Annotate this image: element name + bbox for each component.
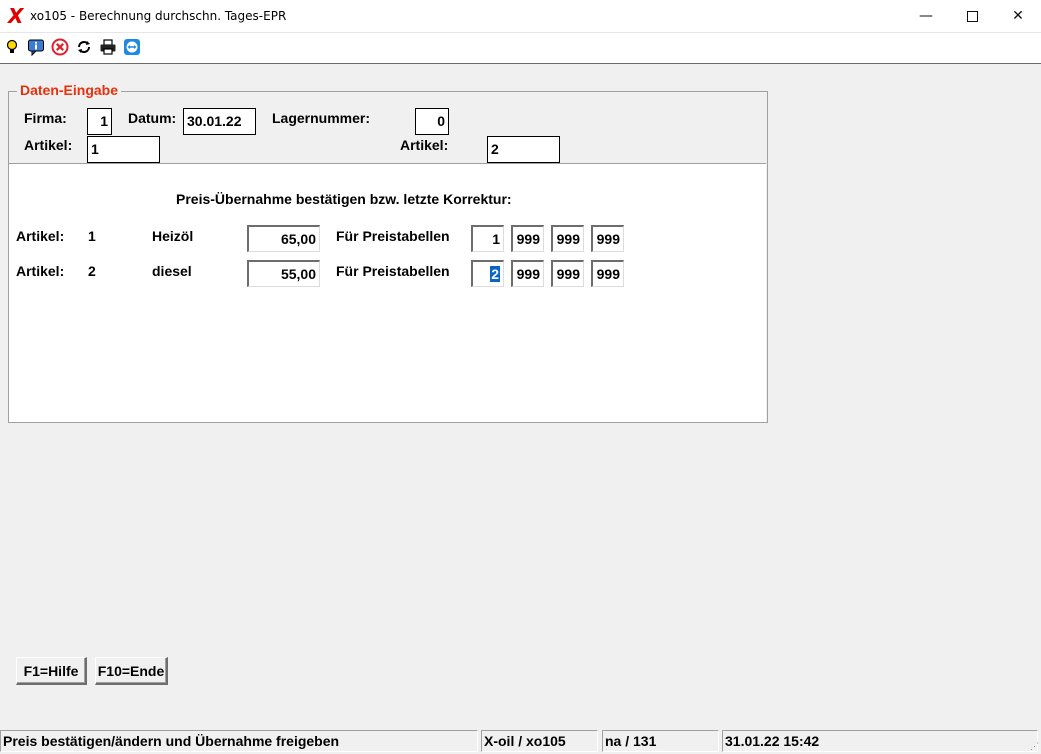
print-icon[interactable]	[99, 38, 117, 56]
status-datetime: 31.01.22 15:42	[722, 730, 1038, 752]
preistabelle-field-3[interactable]: 999	[551, 260, 584, 287]
preistabelle-field-4[interactable]: 999	[591, 225, 624, 252]
minimize-icon: —	[919, 8, 933, 24]
preistabellen-label: Für Preistabellen	[336, 263, 450, 279]
lightbulb-icon[interactable]	[3, 38, 21, 56]
firma-field[interactable]: 1	[87, 108, 112, 135]
artikel-to-label: Artikel:	[400, 137, 449, 153]
status-user: na / 131	[602, 730, 719, 752]
preistabelle-field-2[interactable]: 999	[511, 260, 544, 287]
window-title: xo105 - Berechnung durchschn. Tages-EPR	[30, 9, 287, 23]
status-program: X-oil / xo105	[481, 730, 598, 752]
artikel-to-field[interactable]: 2	[487, 136, 560, 163]
status-message: Preis bestätigen/ändern und Übernahme fr…	[0, 730, 478, 752]
maximize-icon	[966, 10, 978, 22]
preistabelle-field-1[interactable]: 1	[471, 225, 504, 252]
refresh-icon[interactable]	[75, 38, 93, 56]
row-artikel-name: diesel	[152, 263, 192, 279]
artikel-from-label: Artikel:	[24, 137, 73, 153]
maximize-button[interactable]	[949, 0, 995, 32]
preistabelle-field-1[interactable]: 2	[471, 260, 504, 287]
lagernummer-field[interactable]: 0	[415, 108, 449, 135]
preistabelle-field-2[interactable]: 999	[511, 225, 544, 252]
firma-label: Firma:	[24, 110, 67, 126]
status-bar: Preis bestätigen/ändern und Übernahme fr…	[0, 728, 1041, 754]
group-title: Daten-Eingabe	[17, 82, 122, 98]
selected-text: 2	[490, 266, 500, 282]
preistabelle-field-3[interactable]: 999	[551, 225, 584, 252]
title-bar: X xo105 - Berechnung durchschn. Tages-EP…	[0, 0, 1041, 33]
price-field[interactable]: 65,00	[247, 225, 320, 252]
datum-field[interactable]: 30.01.22	[183, 108, 256, 135]
lagernummer-label: Lagernummer:	[272, 110, 371, 126]
help-button[interactable]: F1=Hilfe	[16, 657, 87, 685]
preistabelle-field-4[interactable]: 999	[591, 260, 624, 287]
datum-label: Datum:	[128, 110, 177, 126]
row-artikel-label: Artikel:	[16, 263, 65, 279]
info-icon[interactable]	[27, 38, 45, 57]
minimize-button[interactable]: —	[903, 0, 949, 32]
toolbar	[0, 33, 1041, 64]
preistabellen-label: Für Preistabellen	[336, 228, 450, 244]
close-icon: ✕	[1012, 8, 1024, 24]
price-field[interactable]: 55,00	[247, 260, 320, 287]
end-button[interactable]: F10=Ende	[95, 657, 168, 685]
app-logo-icon: X	[8, 4, 24, 28]
close-button[interactable]: ✕	[995, 0, 1041, 32]
confirmation-heading: Preis-Übernahme bestätigen bzw. letzte K…	[176, 191, 512, 207]
cancel-icon[interactable]	[51, 38, 69, 56]
artikel-from-field[interactable]: 1	[87, 136, 160, 163]
teamviewer-icon[interactable]	[123, 38, 141, 56]
row-artikel-number: 1	[88, 228, 96, 244]
row-artikel-number: 2	[88, 263, 96, 279]
resize-grip-icon[interactable]: ⋰	[1027, 740, 1039, 752]
row-artikel-label: Artikel:	[16, 228, 65, 244]
row-artikel-name: Heizöl	[152, 228, 194, 244]
